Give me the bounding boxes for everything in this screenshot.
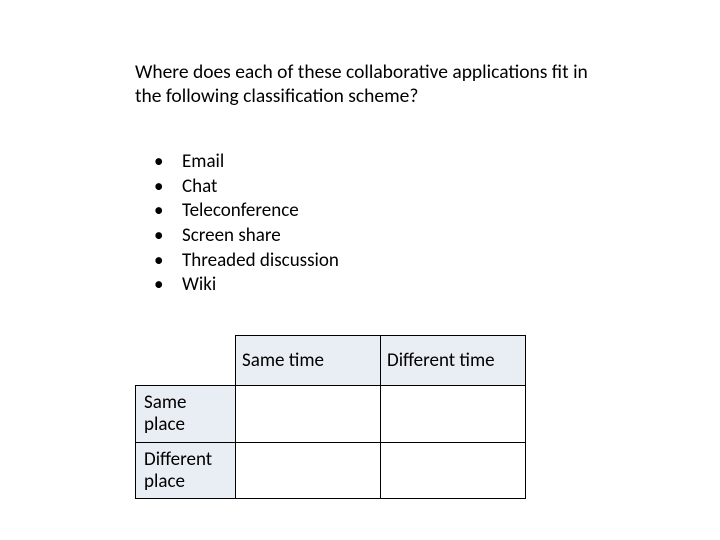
list-item-label: Chat — [182, 175, 217, 200]
list-item: • Screen share — [150, 224, 339, 249]
bullet-icon: • — [150, 273, 182, 298]
list-item: • Teleconference — [150, 199, 339, 224]
list-item-label: Email — [182, 150, 224, 175]
bullet-icon: • — [150, 199, 182, 224]
classification-matrix: Same time Different time Same place Diff… — [135, 335, 526, 499]
list-item: • Chat — [150, 175, 339, 200]
row-header-same-place: Same place — [136, 386, 236, 443]
col-header-different-time: Different time — [381, 336, 526, 386]
bullet-icon: • — [150, 150, 182, 175]
list-item-label: Teleconference — [182, 199, 299, 224]
bullet-icon: • — [150, 224, 182, 249]
question-text: Where does each of these collaborative a… — [135, 60, 595, 109]
row-header-different-place: Different place — [136, 442, 236, 499]
matrix-corner-empty — [136, 336, 236, 386]
table-row: Same time Different time — [136, 336, 526, 386]
slide: Where does each of these collaborative a… — [0, 0, 720, 540]
bullet-icon: • — [150, 249, 182, 274]
matrix-cell — [381, 442, 526, 499]
list-item-label: Screen share — [182, 224, 281, 249]
matrix-cell — [236, 386, 381, 443]
list-item-label: Wiki — [182, 273, 216, 298]
list-item: • Email — [150, 150, 339, 175]
bullet-icon: • — [150, 175, 182, 200]
list-item: • Threaded discussion — [150, 249, 339, 274]
list-item-label: Threaded discussion — [182, 249, 339, 274]
list-item: • Wiki — [150, 273, 339, 298]
table-row: Different place — [136, 442, 526, 499]
table-row: Same place — [136, 386, 526, 443]
col-header-same-time: Same time — [236, 336, 381, 386]
matrix-cell — [381, 386, 526, 443]
applications-list: • Email • Chat • Teleconference • Screen… — [150, 150, 339, 298]
matrix-cell — [236, 442, 381, 499]
